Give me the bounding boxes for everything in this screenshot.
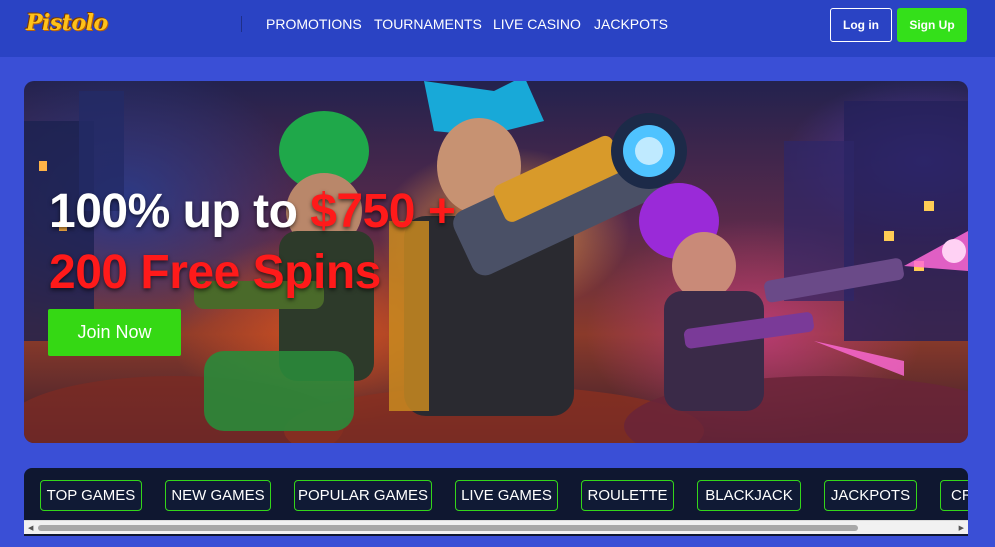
join-now-button[interactable]: Join Now (48, 309, 181, 356)
category-new-games[interactable]: NEW GAMES (165, 480, 271, 511)
login-button[interactable]: Log in (830, 8, 892, 42)
category-roulette[interactable]: ROULETTE (581, 480, 674, 511)
signup-button[interactable]: Sign Up (897, 8, 967, 42)
nav-item-jackpots[interactable]: JACKPOTS (594, 16, 668, 32)
triangle-left-icon[interactable]: ◀ (28, 524, 33, 532)
scrollbar-thumb[interactable] (38, 525, 858, 531)
category-live-games[interactable]: LIVE GAMES (455, 480, 558, 511)
promo-headline: 100% up to $750 + 200 Free Spins (49, 181, 456, 303)
pistolo-logo[interactable]: Pistolo (26, 10, 108, 36)
promo-banner[interactable]: 100% up to $750 + 200 Free Spins Join No… (24, 81, 968, 443)
site-header: Pistolo PROMOTIONS TOURNAMENTS LIVE CASI… (0, 0, 995, 57)
category-cr-partial[interactable]: CR (940, 480, 968, 511)
headline-white-text: 100% up to (49, 185, 311, 238)
headline-amount-text: $750 + (310, 185, 456, 238)
nav-item-live-casino[interactable]: LIVE CASINO (493, 16, 581, 32)
headline-free-spins-text: 200 Free Spins (49, 246, 381, 299)
category-popular-games[interactable]: POPULAR GAMES (294, 480, 432, 511)
nav-divider (241, 16, 242, 32)
category-blackjack[interactable]: BLACKJACK (697, 480, 801, 511)
nav-item-promotions[interactable]: PROMOTIONS (266, 16, 362, 32)
triangle-right-icon[interactable]: ▶ (959, 524, 964, 532)
nav-item-tournaments[interactable]: TOURNAMENTS (374, 16, 482, 32)
category-top-games[interactable]: TOP GAMES (40, 480, 142, 511)
horizontal-scrollbar[interactable]: ◀ ▶ (24, 520, 968, 534)
category-jackpots[interactable]: JACKPOTS (824, 480, 917, 511)
